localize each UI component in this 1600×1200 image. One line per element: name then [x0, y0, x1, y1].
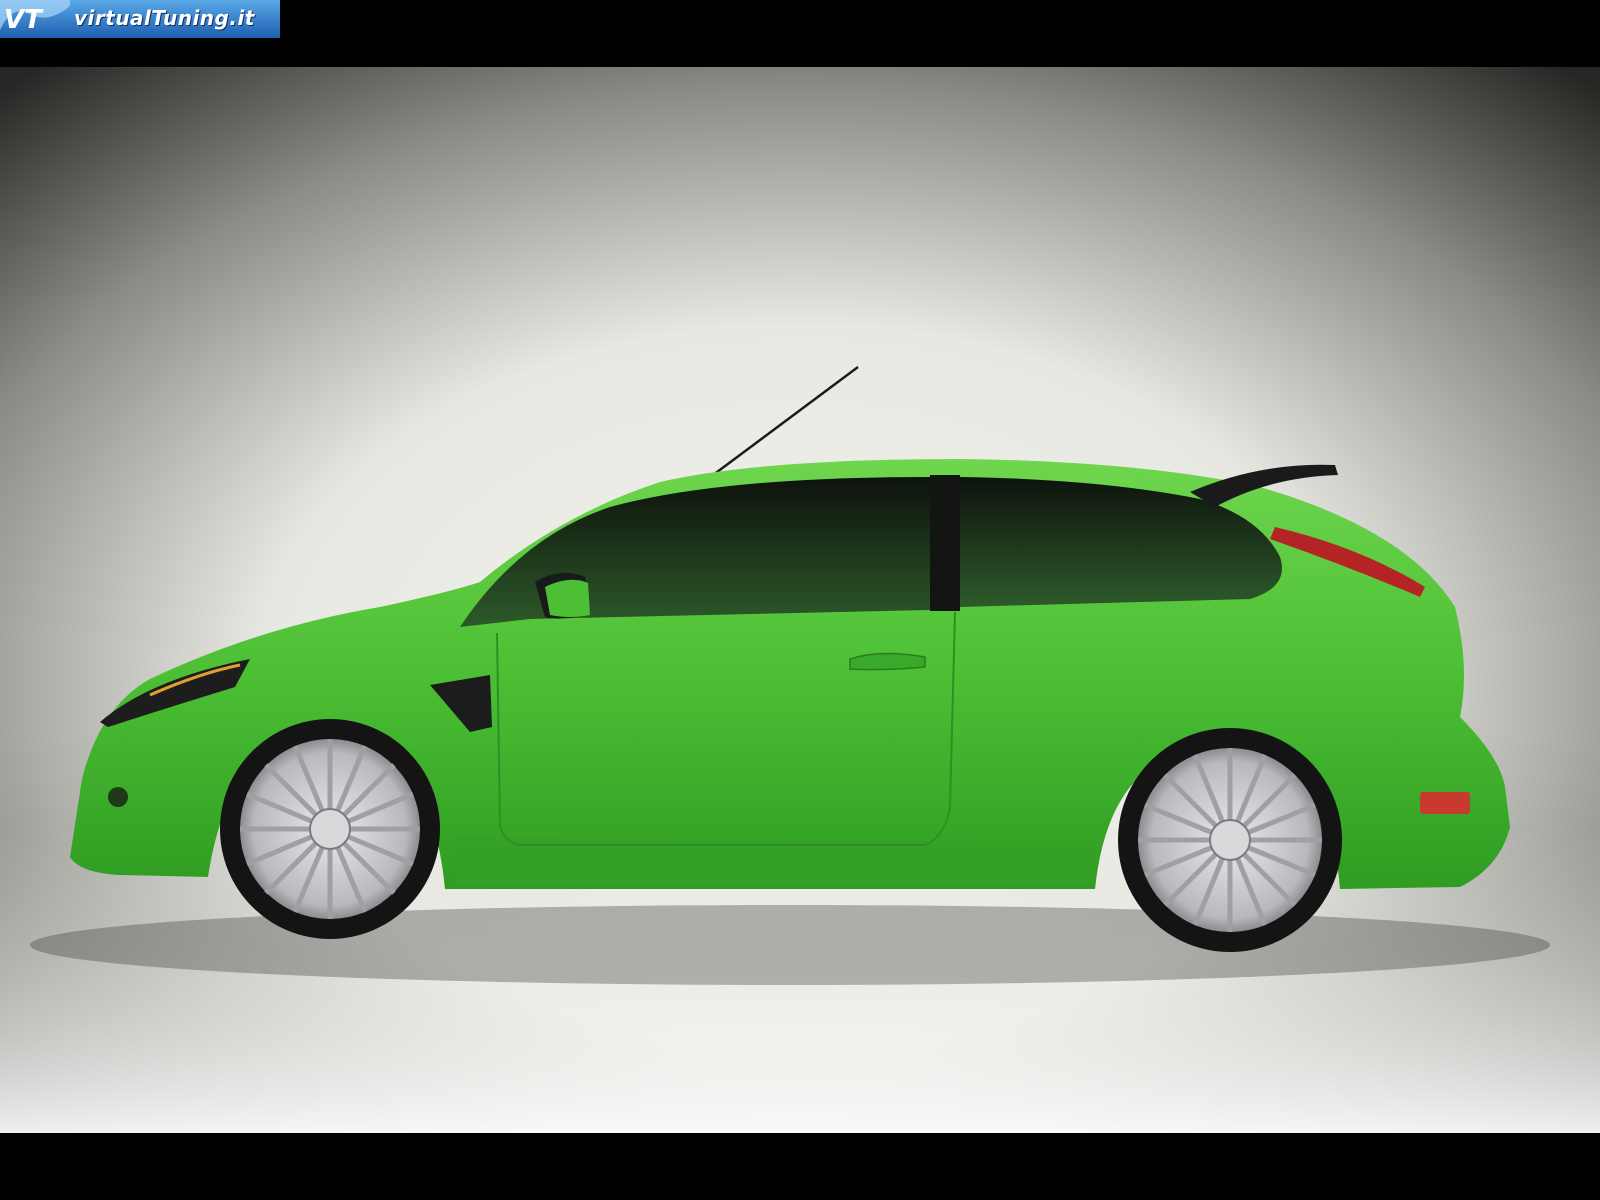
car-shadow — [30, 905, 1550, 985]
b-pillar — [930, 475, 960, 611]
fog-light — [108, 787, 128, 807]
watermark-logo: VT virtualTuning.it — [0, 0, 280, 38]
car-photo — [0, 67, 1600, 1133]
door-handle — [849, 652, 926, 671]
vt-logo-icon: VT — [0, 0, 70, 35]
rear-reflector — [1420, 792, 1470, 814]
svg-text:VT: VT — [4, 5, 44, 35]
bottom-letterbox-band — [0, 1133, 1600, 1200]
watermark-text: virtualTuning.it — [74, 6, 255, 30]
rear-wheel — [1118, 728, 1342, 952]
front-wheel — [220, 719, 440, 939]
